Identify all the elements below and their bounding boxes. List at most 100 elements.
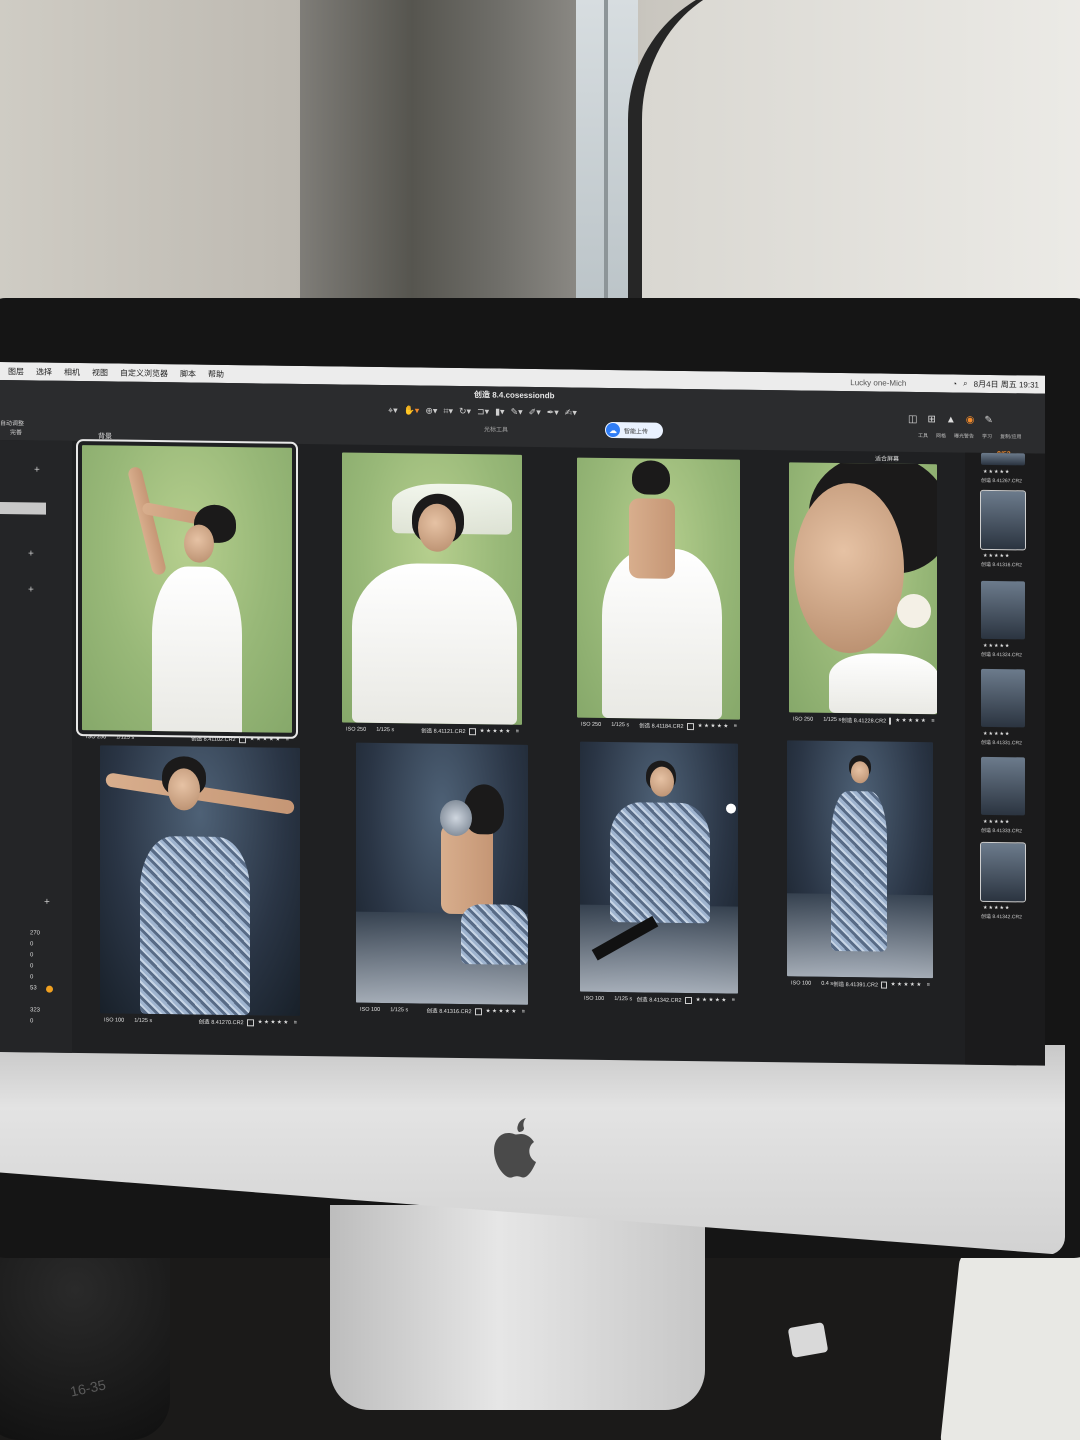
- select-checkbox[interactable]: [246, 1018, 254, 1026]
- add-icon[interactable]: +: [28, 548, 34, 559]
- rating-stars[interactable]: ★★★★★: [486, 1008, 518, 1014]
- filmstrip-thumbnail[interactable]: [981, 580, 1025, 640]
- more-icon[interactable]: ≡: [286, 737, 289, 743]
- more-icon[interactable]: ≡: [734, 724, 737, 730]
- rating-stars[interactable]: ★★★★★: [696, 997, 728, 1003]
- rating-stars[interactable]: ★★★★★: [983, 643, 1010, 649]
- rating-stars[interactable]: ★★★★★: [891, 982, 923, 988]
- menu-item-help[interactable]: 帮助: [208, 368, 224, 379]
- filmstrip-thumbnail[interactable]: [980, 841, 1026, 903]
- select-checkbox[interactable]: [881, 981, 887, 989]
- fit-screen-button[interactable]: 适合屏幕: [875, 453, 899, 462]
- rating-stars[interactable]: ★★★★★: [258, 1019, 290, 1025]
- rating-stars[interactable]: ★★★★★: [250, 736, 282, 742]
- add-icon[interactable]: +: [34, 464, 40, 475]
- search-icon[interactable]: ⌕: [963, 379, 967, 389]
- more-icon[interactable]: ≡: [931, 718, 934, 724]
- menu-item-layer[interactable]: 图层: [8, 366, 24, 377]
- grid-item[interactable]: ISO 100 1/125 s 创造 8.41316.CR2 ★★★★★ ≡: [356, 742, 528, 1025]
- thumbnail-image[interactable]: [76, 439, 298, 739]
- filmstrip-thumbnail[interactable]: [981, 756, 1025, 816]
- filmstrip-filename: 创造 8.41331.CR2: [981, 739, 1022, 747]
- copy-apply-icon[interactable]: ✎: [984, 415, 992, 426]
- menu-item-custom-browser[interactable]: 自定义浏览器: [120, 367, 168, 379]
- grid-item[interactable]: ISO 100 1/125 s 创造 8.41342.CR2 ★★★★★ ≡: [580, 741, 738, 1014]
- more-icon[interactable]: ≡: [294, 1020, 297, 1026]
- left-panel-header: 自动调整 完善: [0, 421, 25, 437]
- tool-label: 光标工具: [484, 427, 509, 434]
- stat-value: 0: [30, 974, 34, 981]
- thumbnail-image[interactable]: [100, 745, 300, 1016]
- rating-stars[interactable]: ★★★★★: [983, 469, 1010, 475]
- select-checkbox[interactable]: [889, 717, 892, 725]
- more-icon[interactable]: ≡: [927, 982, 930, 988]
- filmstrip-thumbnail[interactable]: [980, 489, 1026, 551]
- exposure-warning-icon[interactable]: ▲: [946, 414, 956, 425]
- stat-value: 0: [30, 963, 34, 970]
- zoom-tool-icon[interactable]: ⊕▾: [425, 406, 437, 417]
- wifi-icon[interactable]: ◔: [952, 379, 957, 388]
- add-icon[interactable]: +: [28, 584, 34, 595]
- user-label[interactable]: Lucky one-Mich: [850, 378, 906, 388]
- grid-item[interactable]: ISO 250 1/125 s 创造 8.41121.CR2 ★★★★★ ≡: [342, 452, 522, 744]
- select-checkbox[interactable]: [468, 727, 476, 735]
- more-icon[interactable]: ≡: [732, 998, 735, 1004]
- grid-item[interactable]: ISO 250 1/125 s 创造 8.41102.CR2 ★★★★★ ≡: [76, 439, 298, 748]
- filmstrip: ★★★★★ 创造 8.41267.CR2 ★★★★★ 创造 8.41316.CR…: [965, 452, 1045, 1066]
- tools-icon[interactable]: ◫: [908, 414, 917, 425]
- picker-tool-icon[interactable]: ✒▾: [547, 407, 559, 418]
- image-meta: ISO 100 1/125 s 创造 8.41342.CR2 ★★★★★ ≡: [584, 995, 735, 1004]
- screen: 图层 选择 相机 视图 自定义浏览器 脚本 帮助 Lucky one-Mich …: [0, 362, 1045, 1066]
- grid-item[interactable]: ISO 250 1/125 s 创造 8.41228.CR2 ★★★★★ ≡: [789, 462, 937, 734]
- eraser-tool-icon[interactable]: ✐▾: [529, 407, 541, 418]
- stat-value: 0: [30, 1018, 34, 1025]
- rating-stars[interactable]: ★★★★★: [983, 731, 1010, 737]
- select-checkbox[interactable]: [474, 1007, 482, 1015]
- rating-stars[interactable]: ★★★★★: [480, 728, 512, 734]
- thumbnail-image[interactable]: [789, 462, 937, 715]
- filmstrip-thumbnail[interactable]: [981, 452, 1025, 466]
- grid-icon[interactable]: ⊞: [927, 414, 935, 425]
- select-checkbox[interactable]: [684, 996, 692, 1004]
- panel-selection-bar[interactable]: [0, 502, 46, 515]
- learn-icon[interactable]: ◉: [966, 415, 975, 426]
- image-meta: ISO 250 1/125 s 创造 8.41102.CR2 ★★★★★ ≡: [86, 734, 289, 744]
- rating-stars[interactable]: ★★★★★: [698, 723, 730, 729]
- annotate-tool-icon[interactable]: ✍▾: [565, 407, 577, 418]
- add-icon[interactable]: +: [44, 897, 50, 908]
- thumbnail-image[interactable]: [577, 457, 740, 720]
- thumbnail-image[interactable]: [356, 742, 528, 1005]
- rating-stars[interactable]: ★★★★★: [983, 553, 1010, 559]
- menu-item-camera[interactable]: 相机: [64, 366, 80, 377]
- select-checkbox[interactable]: [686, 722, 694, 730]
- collection-dropdown[interactable]: 背景: [98, 431, 112, 441]
- rating-stars[interactable]: ★★★★★: [895, 718, 927, 724]
- menu-item-view[interactable]: 视图: [92, 367, 108, 378]
- menu-item-scripts[interactable]: 脚本: [180, 368, 196, 379]
- clock-label[interactable]: 8月4日 周五 19:31: [974, 378, 1039, 390]
- grid-item[interactable]: ISO 100 0.4 s 创造 8.41391.CR2 ★★★★★ ≡: [787, 740, 933, 1002]
- menu-item-select[interactable]: 选择: [36, 366, 52, 377]
- pointer-tool-icon[interactable]: ⌖▾: [388, 405, 398, 416]
- thumbnail-image[interactable]: [342, 452, 522, 725]
- right-toolbar: ◫ ⊞ ▲ ◉ ✎: [908, 414, 993, 426]
- filmstrip-thumbnail[interactable]: [981, 668, 1025, 728]
- grid-item[interactable]: ISO 250 1/125 s 创造 8.41184.CR2 ★★★★★ ≡: [577, 457, 740, 740]
- hand-tool-icon[interactable]: ✋▾: [404, 405, 420, 416]
- brush-tool-icon[interactable]: ✎▾: [511, 407, 523, 418]
- rotate-tool-icon[interactable]: ↻▾: [459, 406, 471, 417]
- thumbnail-image[interactable]: [580, 741, 738, 994]
- more-icon[interactable]: ≡: [516, 729, 519, 735]
- crop-tool-icon[interactable]: ⌗▾: [443, 406, 453, 417]
- imac-stand: [330, 1205, 705, 1410]
- grid-item[interactable]: ISO 100 1/125 s 创造 8.41270.CR2 ★★★★★ ≡: [100, 745, 300, 1038]
- select-checkbox[interactable]: [238, 735, 246, 743]
- keystone-tool-icon[interactable]: ⊐▾: [477, 406, 489, 417]
- rating-stars[interactable]: ★★★★★: [983, 819, 1010, 825]
- smart-upload-pill[interactable]: ☁ 智能上传: [605, 421, 663, 439]
- mirror: [440, 799, 472, 837]
- rating-stars[interactable]: ★★★★★: [983, 905, 1010, 911]
- more-icon[interactable]: ≡: [522, 1009, 525, 1015]
- thumbnail-image[interactable]: [787, 740, 933, 979]
- mask-tool-icon[interactable]: ▮▾: [495, 406, 504, 417]
